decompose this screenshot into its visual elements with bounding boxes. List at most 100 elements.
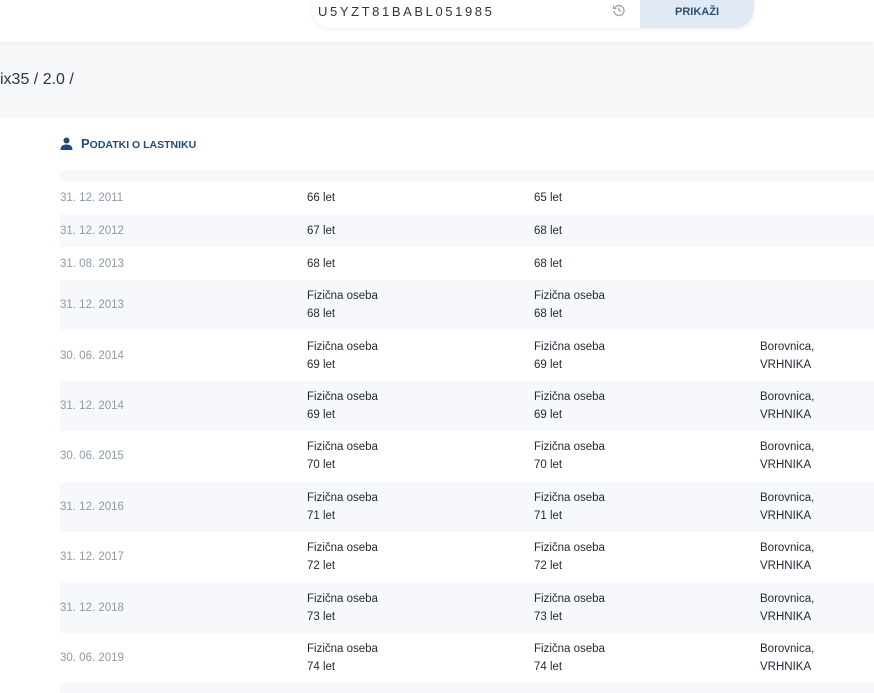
cell-date: 31. 12. 2017: [60, 532, 124, 582]
table-row: 31. 12. 2014 Fizična oseba 69 let Fizična o…: [60, 380, 874, 432]
cell-c2: Fizična oseba 68 let: [307, 280, 378, 330]
cell-text: Borovnica,: [760, 441, 815, 454]
cell-text: 30. 06. 2015: [60, 450, 124, 463]
cell-text: Fizična oseba: [307, 491, 378, 504]
cell-c2: Fizična oseba 74 let: [307, 633, 378, 683]
cell-c4: Borovnica, VRHNIKA: [760, 381, 814, 431]
table-row: 31. 12. 2012 67 let 68 let: [60, 214, 874, 247]
cell-text: 68 let: [534, 308, 563, 321]
cell-text: 68 let: [534, 257, 563, 270]
cell-c3: 65 let: [534, 170, 562, 181]
cell-text: VRHNIKA: [760, 610, 812, 623]
cell-text: 65 let: [534, 170, 562, 174]
cell-date: 31. 12. 2016: [60, 482, 124, 532]
cell-text: 69 let: [534, 408, 563, 421]
cell-text: Borovnica,: [760, 390, 815, 403]
cell-c2: Fizična oseba 70 let: [307, 431, 378, 481]
cell-text: VRHNIKA: [760, 358, 812, 371]
title-rest: ODATKI O LASTNIKU: [89, 139, 197, 151]
cell-text: VRHNIKA: [760, 509, 812, 522]
cell-text: Fizična oseba: [534, 390, 605, 403]
cell-text: Fizična oseba: [307, 441, 378, 454]
cell-c2: 68 let: [307, 247, 335, 280]
cell-text: Fizična oseba: [534, 592, 605, 605]
top-bar: U5YZT81BABL051985 PRIKAŽI: [0, 0, 874, 42]
show-button[interactable]: PRIKAŽI: [640, 0, 754, 28]
cell-text: VRHNIKA: [760, 660, 812, 673]
cell-text: 31. 12. 2010: [60, 170, 124, 174]
cell-text: Fizična oseba: [307, 390, 378, 403]
cell-text: 68 let: [307, 257, 336, 270]
user-icon: [60, 137, 73, 150]
cell-text: Fizična oseba: [307, 542, 378, 555]
search-bar: U5YZT81BABL051985 PRIKAŽI: [312, 0, 754, 28]
table-row: 31. 12. 2017 Fizična oseba 72 let Fizična o…: [60, 532, 874, 582]
cell-text: 68 let: [534, 224, 563, 237]
cell-date: 30. 06. 2015: [60, 431, 124, 481]
cell-text: 72 let: [307, 560, 336, 573]
cell-text: Borovnica,: [760, 491, 815, 504]
cell-date: 30. 06. 2014: [60, 330, 124, 380]
cell-c3: Fizična oseba 68 let: [534, 280, 605, 330]
cell-text: 74 let: [307, 660, 336, 673]
cell-text: 31. 12. 2016: [60, 500, 124, 513]
cell-date: 30. 06. 2019: [60, 633, 124, 683]
cell-c3: Fizična oseba 69 let: [534, 381, 605, 431]
cell-text: 69 let: [307, 408, 336, 421]
cell-text: Fizična oseba: [307, 642, 378, 655]
cell-c3: Fizična oseba 69 let: [534, 330, 605, 380]
table-row: 31. 12. 2016 Fizična oseba 71 let Fizična o…: [60, 481, 874, 532]
cell-c3: 68 let: [534, 247, 562, 280]
cell-text: Borovnica,: [760, 642, 815, 655]
cell-text: Fizična oseba: [307, 340, 378, 353]
table-row: 30. 06. 2014 Fizična oseba 69 let Fizična o…: [60, 330, 874, 380]
cell-c4: Borovnica, VRHNIKA: [760, 532, 814, 582]
cell-c3: Fizična oseba 74 let: [534, 633, 605, 683]
cell-text: 31. 12. 2012: [60, 224, 124, 237]
cell-c2: Fizična oseba 69 let: [307, 330, 378, 380]
cell-text: 71 let: [307, 509, 336, 522]
cell-c2: 67 let: [307, 214, 335, 247]
cell-text: 74 let: [534, 660, 563, 673]
cell-text: 69 let: [307, 358, 336, 371]
cell-c3: 65 let: [534, 181, 562, 214]
cell-date: 31. 12. 2014: [60, 381, 124, 431]
cell-text: 73 let: [534, 610, 563, 623]
cell-c2: Fizična oseba 72 let: [307, 532, 378, 582]
cell-text: 69 let: [534, 358, 563, 371]
owner-data-title: PODATKI O LASTNIKU: [60, 136, 196, 151]
cell-c3: Fizična oseba 71 let: [534, 482, 605, 532]
cell-text: Borovnica,: [760, 592, 815, 605]
table-row: 31. 12. 2011 66 let 65 let: [60, 181, 874, 214]
cell-text: Borovnica,: [760, 340, 815, 353]
cell-c2: Fizična oseba 71 let: [307, 482, 378, 532]
history-icon[interactable]: [612, 3, 626, 17]
table-row: 31. 12. 2018 Fizična oseba 73 let Fizična o…: [60, 582, 874, 633]
cell-c4: Borovnica, VRHNIKA: [760, 330, 814, 380]
table-row: [60, 683, 874, 693]
cell-text: 68 let: [307, 308, 336, 321]
cell-text: Fizična oseba: [534, 340, 605, 353]
cell-c3: Fizična oseba 73 let: [534, 582, 605, 632]
cell-text: 30. 06. 2014: [60, 349, 124, 362]
cell-c3: Fizična oseba 72 let: [534, 532, 605, 582]
cell-text: 30. 06. 2019: [60, 651, 124, 664]
table-row: 31. 12. 2010 65 let 65 let: [60, 170, 874, 181]
cell-text: Fizična oseba: [534, 441, 605, 454]
cell-text: Fizična oseba: [307, 290, 378, 303]
cell-text: 71 let: [534, 509, 563, 522]
cell-text: Borovnica,: [760, 542, 815, 555]
cell-date: 31. 12. 2012: [60, 214, 124, 247]
table-row: 30. 06. 2015 Fizična oseba 70 let Fizična o…: [60, 431, 874, 481]
cell-date: 31. 08. 2013: [60, 247, 124, 280]
cell-text: Fizična oseba: [534, 642, 605, 655]
cell-text: 66 let: [307, 191, 336, 204]
breadcrumb: ix35 / 2.0 /: [0, 71, 74, 88]
vin-search-input[interactable]: U5YZT81BABL051985: [318, 4, 494, 19]
cell-c4: Borovnica, VRHNIKA: [760, 431, 814, 481]
cell-text: Fizična oseba: [534, 542, 605, 555]
cell-text: 65 let: [307, 170, 335, 174]
cell-text: Fizična oseba: [534, 290, 605, 303]
cell-text: 67 let: [307, 224, 336, 237]
cell-text: 31. 12. 2018: [60, 601, 124, 614]
